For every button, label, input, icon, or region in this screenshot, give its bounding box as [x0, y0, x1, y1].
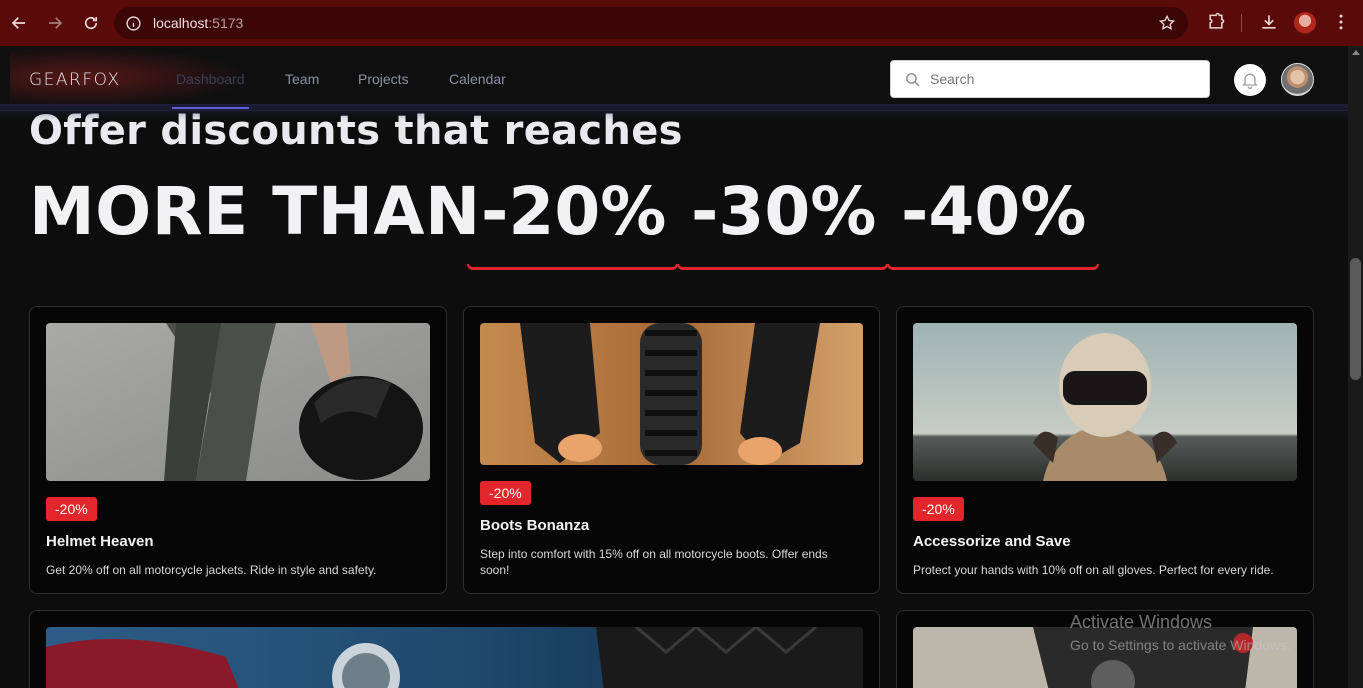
bookmark-star-icon[interactable] — [1158, 14, 1176, 32]
bell-icon — [1242, 73, 1258, 89]
discount-20-underline — [467, 264, 678, 270]
nav-projects[interactable]: Projects — [358, 71, 409, 87]
app-logo[interactable]: GEARFOX — [29, 70, 121, 90]
discount-40: -40% — [901, 173, 1087, 250]
kebab-menu-icon[interactable] — [1330, 11, 1352, 33]
extensions-icon[interactable] — [1205, 11, 1227, 33]
card-description: Protect your hands with 10% off on all g… — [913, 563, 1274, 577]
offer-card-accessories[interactable]: -20% Accessorize and Save Protect your h… — [896, 306, 1314, 594]
user-avatar[interactable] — [1281, 63, 1314, 96]
app-header: GEARFOX Dashboard Team Projects Calendar — [0, 46, 1348, 120]
discount-20: -20% — [481, 173, 667, 250]
card-description: Step into comfort with 15% off on all mo… — [480, 547, 828, 577]
browser-profile-avatar[interactable] — [1294, 12, 1316, 34]
page-viewport: Offer discounts that reaches MORE THAN -… — [0, 46, 1348, 688]
discount-badge: -20% — [480, 481, 531, 505]
search-input[interactable] — [930, 71, 1180, 87]
motorcycle-image — [46, 627, 863, 688]
discount-40-underline — [887, 264, 1099, 270]
offer-card-helmet[interactable]: -20% Helmet Heaven Get 20% off on all mo… — [29, 306, 447, 594]
hero-discount-row: MORE THAN — [29, 176, 481, 256]
url-port: :5173 — [208, 15, 244, 31]
address-bar[interactable]: localhost:5173 — [114, 7, 1188, 39]
download-icon[interactable] — [1258, 11, 1280, 33]
reload-button[interactable] — [73, 5, 109, 41]
offer-card-boots[interactable]: -20% Boots Bonanza Step into comfort wit… — [463, 306, 880, 594]
nav-calendar[interactable]: Calendar — [449, 71, 506, 87]
forward-button[interactable] — [37, 5, 73, 41]
activate-windows-title: Activate Windows — [1070, 612, 1213, 632]
helmet-image — [46, 323, 430, 481]
activate-windows-subtitle: Go to Settings to activate Windows. — [1070, 637, 1291, 653]
rider-image — [913, 323, 1297, 481]
discount-30: -30% — [691, 173, 877, 250]
url-text: localhost:5173 — [153, 15, 243, 31]
discount-badge: -20% — [913, 497, 964, 521]
search-icon — [906, 72, 920, 86]
card-title: Accessorize and Save — [913, 533, 1071, 550]
notifications-button[interactable] — [1234, 64, 1266, 96]
arrow-left-icon — [11, 17, 25, 29]
search-box[interactable] — [890, 60, 1210, 98]
discount-30-underline — [677, 264, 888, 270]
offer-card-wide[interactable] — [29, 610, 880, 688]
card-title: Helmet Heaven — [46, 533, 154, 550]
card-title: Boots Bonanza — [480, 517, 590, 534]
scroll-up-arrow-icon[interactable] — [1352, 50, 1360, 55]
browser-toolbar: localhost:5173 — [0, 0, 1363, 46]
nav-team[interactable]: Team — [285, 71, 319, 87]
page-scrollbar[interactable] — [1348, 46, 1363, 688]
arrow-right-icon — [49, 17, 63, 29]
nav-dashboard[interactable]: Dashboard — [172, 71, 248, 109]
toolbar-divider — [1241, 14, 1242, 32]
scrollbar-thumb[interactable] — [1350, 258, 1361, 380]
discount-badge: -20% — [46, 497, 97, 521]
site-info-icon[interactable] — [124, 14, 142, 32]
hero-more-than: MORE THAN — [29, 173, 481, 250]
boots-image — [480, 323, 863, 465]
url-host: localhost — [153, 15, 209, 31]
reload-icon — [84, 16, 98, 30]
back-button[interactable] — [1, 5, 37, 41]
card-description: Get 20% off on all motorcycle jackets. R… — [46, 563, 377, 577]
